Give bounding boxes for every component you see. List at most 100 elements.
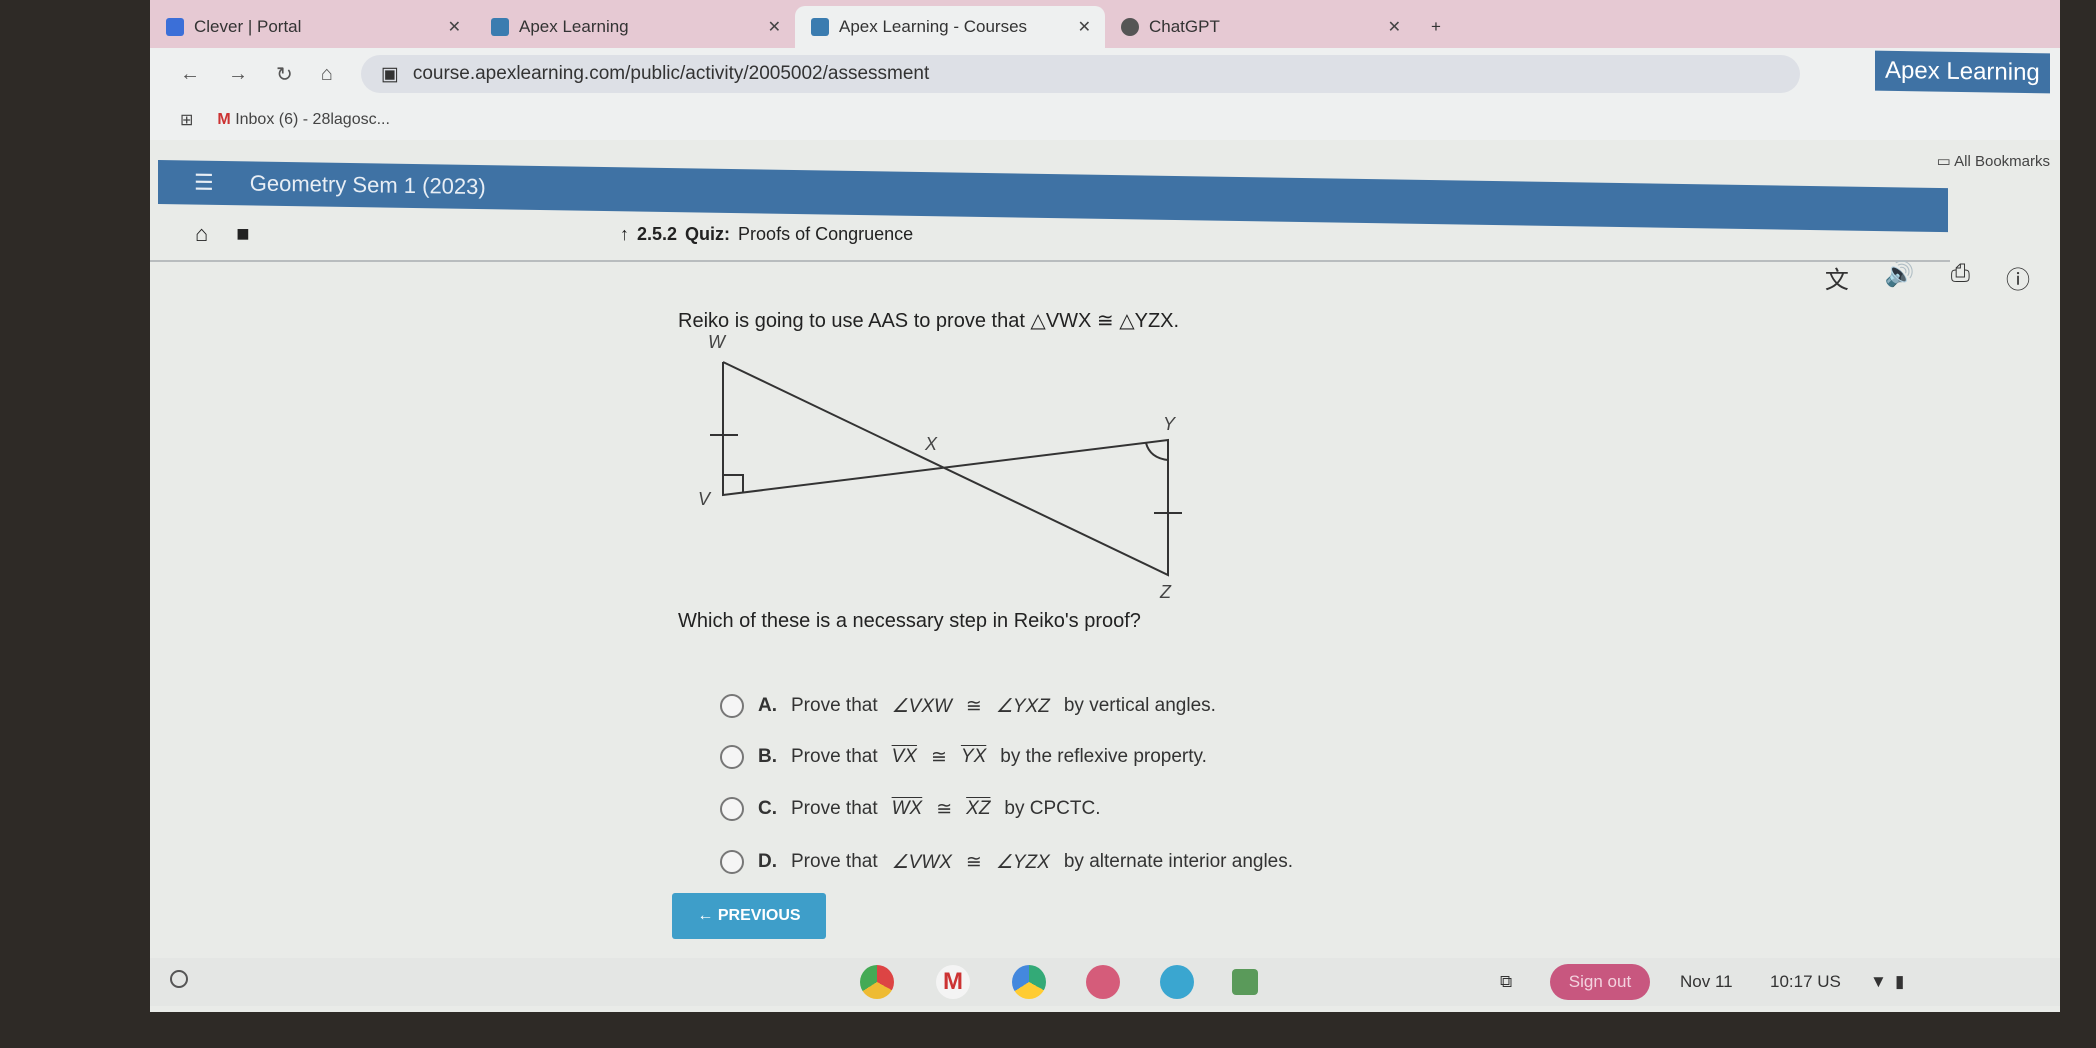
option-text: by the reflexive property.: [1000, 746, 1207, 767]
briefcase-icon[interactable]: ■: [236, 221, 249, 247]
screen: Clever | Portal ✕ Apex Learning ✕ Apex Lea…: [150, 0, 2060, 1012]
new-tab-button[interactable]: +: [1415, 6, 1457, 48]
tab-clever[interactable]: Clever | Portal ✕: [150, 6, 475, 48]
option-text: by CPCTC.: [1004, 798, 1101, 819]
apex-logo: Apex Learning: [1875, 50, 2050, 94]
back-icon[interactable]: ←: [180, 63, 200, 86]
app-icon[interactable]: [1160, 965, 1194, 999]
taskbar: M ⧉ Sign out Nov 11 10:17 US ▼ ▮: [150, 958, 2060, 1006]
toolbar: ← → ↻ ⌂ ▣ course.apexlearning.com/public/act…: [150, 48, 2060, 100]
battery-icon[interactable]: ▮: [1895, 972, 1904, 992]
app-icon[interactable]: [1086, 965, 1120, 999]
previous-button[interactable]: ← PREVIOUS: [672, 893, 826, 939]
option-letter: D.: [758, 851, 777, 872]
all-bookmarks-label: All Bookmarks: [1954, 153, 2050, 170]
translate-icon[interactable]: 文: [1825, 260, 1849, 295]
option-text: Prove that: [791, 695, 878, 716]
angle-mark: [723, 474, 744, 492]
option-term: WX: [891, 798, 923, 819]
radio-button[interactable]: [720, 694, 744, 718]
read-aloud-icon[interactable]: 🔊: [1885, 260, 1915, 295]
apex-icon: [811, 18, 829, 36]
bookmark-gmail[interactable]: M Inbox (6) - 28lagosc...: [217, 111, 390, 129]
diagram-lines: [722, 361, 1169, 577]
tab-chatgpt[interactable]: ChatGPT ✕: [1105, 6, 1415, 48]
drive-icon[interactable]: [1012, 965, 1046, 999]
close-icon[interactable]: ✕: [1078, 17, 1091, 37]
option-text: by vertical angles.: [1063, 695, 1216, 716]
clever-icon: [166, 18, 184, 36]
launcher-icon[interactable]: [170, 970, 188, 988]
bookmarks-bar: ⊞ M Inbox (6) - 28lagosc... ▭ All Bookma…: [150, 100, 2060, 170]
option-d[interactable]: D. Prove that ∠VWX ≅ ∠YZX by alternate interi…: [720, 850, 1293, 874]
classroom-icon[interactable]: [1232, 969, 1258, 995]
activity-name: Proofs of Congruence: [738, 223, 914, 244]
option-a[interactable]: A. Prove that ∠VXW ≅ ∠YXZ by vertical angles.: [720, 694, 1216, 718]
chrome-icon[interactable]: [860, 965, 894, 999]
option-text: Prove that: [791, 746, 878, 767]
label-w: W: [708, 332, 727, 352]
tab-label: Clever | Portal: [194, 17, 302, 36]
screen-capture-icon[interactable]: ⧉: [1500, 972, 1512, 992]
triangle-diagram: W V X Y Z: [698, 332, 1182, 602]
tab-strip: Clever | Portal ✕ Apex Learning ✕ Apex Lea…: [150, 0, 2060, 48]
close-icon[interactable]: ✕: [1388, 17, 1401, 37]
home-icon[interactable]: ⌂: [195, 221, 208, 247]
activity-title: ↑ 2.5.2 Quiz: Proofs of Congruence: [620, 224, 913, 245]
apps-icon[interactable]: ⊞: [180, 110, 193, 130]
address-bar[interactable]: ▣ course.apexlearning.com/public/activity…: [360, 55, 1800, 93]
option-term: VX: [891, 746, 917, 767]
question-ask: Which of these is a necessary step in Re…: [678, 610, 1141, 632]
option-text: Prove that: [791, 851, 878, 872]
help-icon[interactable]: ⓘ: [2006, 260, 2030, 295]
label-v: V: [698, 489, 712, 509]
close-icon[interactable]: ✕: [768, 17, 781, 37]
gmail-icon[interactable]: M: [936, 965, 970, 999]
home-icon[interactable]: ⌂: [321, 63, 333, 86]
all-bookmarks[interactable]: ▭ All Bookmarks: [1937, 152, 2050, 170]
url-text: course.apexlearning.com/public/activity/…: [412, 63, 930, 84]
congruent-symbol: ≅: [965, 851, 982, 873]
congruent-symbol: ≅: [965, 695, 982, 717]
sign-out-button[interactable]: Sign out: [1550, 964, 1650, 1000]
reload-icon[interactable]: ↻: [276, 62, 293, 87]
option-letter: C.: [758, 798, 777, 819]
activity-kind: Quiz:: [685, 223, 731, 244]
option-term: ∠YXZ: [995, 695, 1050, 717]
label-y: Y: [1163, 414, 1177, 434]
close-icon[interactable]: ✕: [448, 17, 461, 37]
menu-icon[interactable]: ☰: [194, 170, 214, 196]
time[interactable]: 10:17 US: [1770, 972, 1841, 992]
radio-button[interactable]: [720, 745, 744, 769]
tab-apex-courses[interactable]: Apex Learning - Courses ✕: [795, 6, 1105, 48]
angle-mark: [1145, 442, 1169, 461]
radio-button[interactable]: [720, 850, 744, 874]
option-letter: A.: [758, 695, 777, 716]
tab-apex[interactable]: Apex Learning ✕: [475, 6, 795, 48]
course-title: Geometry Sem 1 (2023): [249, 170, 486, 200]
site-info-icon[interactable]: ▣: [381, 63, 399, 86]
congruent-symbol: ≅: [930, 746, 947, 768]
option-term: ∠VXW: [891, 695, 952, 717]
activity-bar: ⌂ ■ ↑ 2.5.2 Quiz: Proofs of Congruence: [150, 208, 1950, 262]
brand-text: Apex Learning: [1885, 56, 2040, 87]
option-b[interactable]: B. Prove that VX ≅ YX by the reflexive proper…: [720, 745, 1207, 769]
option-text: Prove that: [791, 798, 878, 819]
option-term: ∠YZX: [995, 851, 1050, 873]
apex-icon: [491, 18, 509, 36]
up-icon[interactable]: ↑: [620, 224, 629, 245]
tab-label: Apex Learning - Courses: [839, 17, 1028, 36]
chatgpt-icon: [1121, 18, 1139, 36]
date[interactable]: Nov 11: [1680, 972, 1733, 992]
radio-button[interactable]: [720, 797, 744, 821]
tab-label: ChatGPT: [1149, 17, 1220, 36]
option-term: YX: [960, 746, 987, 767]
activity-number: 2.5.2: [637, 223, 678, 244]
print-icon[interactable]: ⎙: [1951, 260, 1970, 295]
option-term: XZ: [966, 798, 991, 819]
forward-icon[interactable]: →: [228, 63, 248, 86]
wifi-icon[interactable]: ▼: [1870, 972, 1887, 992]
bookmark-label: Inbox (6) - 28lagosc...: [235, 111, 390, 128]
option-c[interactable]: C. Prove that WX ≅ XZ by CPCTC.: [720, 797, 1101, 821]
option-term: ∠VWX: [891, 851, 952, 873]
